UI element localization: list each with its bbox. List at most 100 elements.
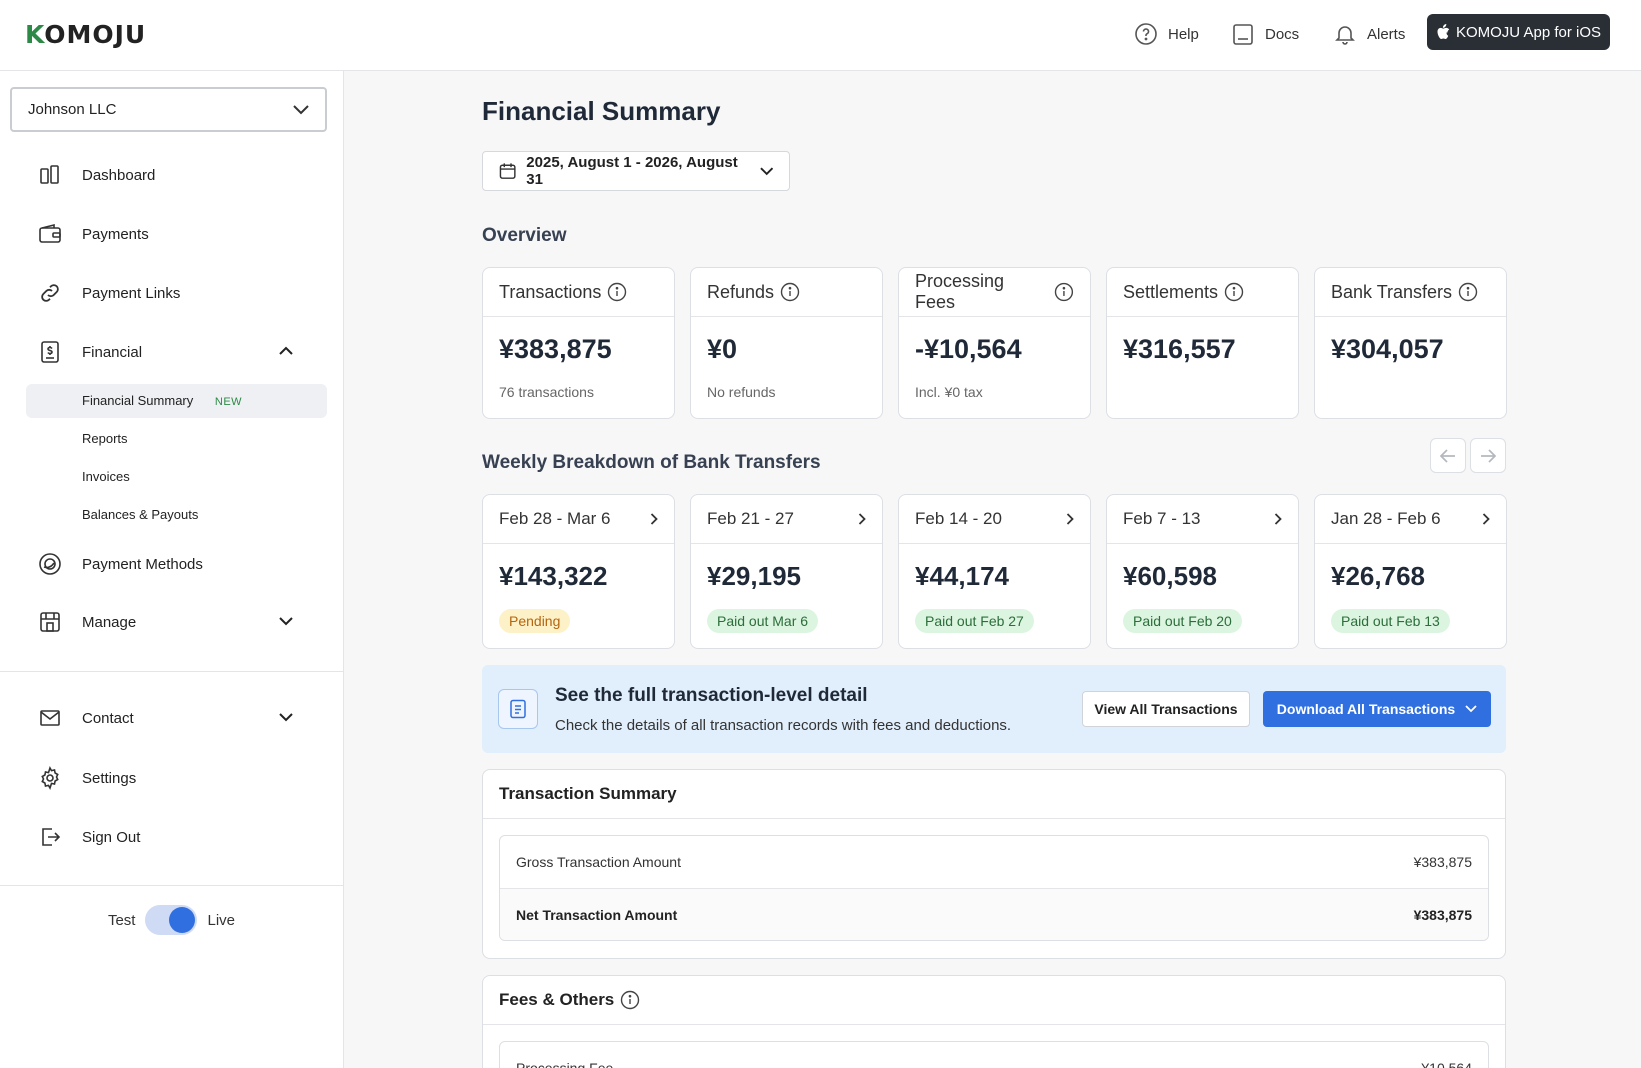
view-all-transactions-button[interactable]: View All Transactions [1082,691,1250,727]
weekly-breakdown-title: Weekly Breakdown of Bank Transfers [482,452,821,473]
panel-header: Transaction Summary [483,770,1505,819]
info-icon[interactable] [1054,282,1074,302]
info-icon[interactable] [1458,282,1478,302]
overview-card-settlements[interactable]: Settlements ¥316,557 [1106,267,1299,419]
sidebar-item-settings[interactable]: Settings [0,758,343,798]
docs-icon [1233,24,1253,45]
overview-card-bank-transfers[interactable]: Bank Transfers ¥304,057 [1314,267,1507,419]
sidebar-subitem-financial-summary[interactable]: Financial Summary NEW [82,393,242,408]
card-header: Jan 28 - Feb 6 [1315,495,1506,544]
document-icon [498,689,538,729]
week-range: Feb 28 - Mar 6 [499,509,611,528]
overview-card-processing-fees[interactable]: Processing Fees -¥10,564 Incl. ¥0 tax [898,267,1091,419]
chevron-right-icon [858,513,866,525]
sidebar-item-label: Manage [82,613,137,631]
overview-card-transactions[interactable]: Transactions ¥383,875 76 transactions [482,267,675,419]
weekly-card[interactable]: Jan 28 - Feb 6 ¥26,768 Paid out Feb 13 [1314,494,1507,649]
row-label: Net Transaction Amount [516,906,678,923]
panel-header: Fees & Others [483,976,1505,1025]
main-content: Financial Summary 2025, August 1 - 2026,… [345,71,1641,1068]
card-value: ¥0 [707,334,738,364]
sidebar-item-payments[interactable]: Payments [0,214,343,254]
sidebar-subitem-reports[interactable]: Reports [82,431,128,446]
table-row: Processing Fee -¥10,564 [500,1042,1488,1068]
page-title: Financial Summary [482,96,721,126]
sidebar-item-label: Settings [82,769,137,787]
wallet-icon [39,223,61,243]
card-label: Processing Fees [915,271,1005,312]
live-mode-switch[interactable] [145,905,198,935]
info-icon[interactable] [620,990,640,1010]
live-mode-label: Live [207,911,236,929]
card-value: -¥10,564 [915,334,1022,364]
alerts-label: Alerts [1367,25,1406,43]
fees-others-panel: Fees & Others Processing Fee -¥10,564 [482,975,1506,1068]
date-range-picker[interactable]: 2025, August 1 - 2026, August 31 [482,151,790,191]
ios-app-label: KOMOJU App for iOS [1455,23,1602,41]
sidebar-item-label: Payment Links [82,284,181,302]
chevron-down-icon [1465,705,1477,713]
sidebar-item-label: Contact [82,709,134,727]
card-label: Bank Transfers [1331,281,1453,302]
ios-app-button[interactable]: KOMOJU App for iOS [1427,14,1610,50]
chevron-right-icon [1482,513,1490,525]
week-amount: ¥44,174 [915,561,1009,591]
alerts-link[interactable]: Alerts [1333,20,1405,48]
docs-link[interactable]: Docs [1231,20,1299,48]
organization-select[interactable]: Johnson LLC [10,87,327,132]
sidebar-divider [0,885,343,886]
prev-week-button[interactable] [1430,438,1466,473]
week-amount: ¥60,598 [1123,561,1217,591]
weekly-card[interactable]: Feb 21 - 27 ¥29,195 Paid out Mar 6 [690,494,883,649]
card-subtext: Incl. ¥0 tax [915,384,983,400]
help-link[interactable]: Help [1134,20,1199,48]
card-header: Settlements [1107,268,1298,317]
sidebar-item-label: Dashboard [82,166,156,184]
overview-card-refunds[interactable]: Refunds ¥0 No refunds [690,267,883,419]
sidebar-item-sign-out[interactable]: Sign Out [0,817,343,857]
card-header: Refunds [691,268,882,317]
summary-table: Gross Transaction Amount ¥383,875 Net Tr… [499,835,1489,941]
sidebar-item-dashboard[interactable]: Dashboard [0,155,343,195]
sidebar-item-payment-methods[interactable]: Payment Methods [0,544,343,584]
next-week-button[interactable] [1470,438,1506,473]
info-icon[interactable] [607,282,627,302]
sidebar-item-contact[interactable]: Contact [0,698,343,738]
weekly-card[interactable]: Feb 7 - 13 ¥60,598 Paid out Feb 20 [1106,494,1299,649]
sidebar-item-payment-links[interactable]: Payment Links [0,273,343,313]
mail-icon [40,710,60,726]
card-value: ¥304,057 [1331,334,1444,364]
switch-knob [169,907,196,933]
sidebar-subitem-invoices[interactable]: Invoices [82,469,130,484]
weekly-card[interactable]: Feb 14 - 20 ¥44,174 Paid out Feb 27 [898,494,1091,649]
mode-toggle-row: Test Live [0,905,343,935]
download-button-label: Download All Transactions [1276,701,1456,717]
chevron-down-icon [759,166,773,175]
sidebar-item-manage[interactable]: Manage [0,602,343,642]
card-subtext: 76 transactions [499,384,594,400]
status-badge: Paid out Feb 27 [915,609,1034,633]
transaction-detail-banner: See the full transaction-level detail Ch… [482,665,1506,753]
sign-out-icon [42,828,61,846]
card-label: Refunds [707,281,775,302]
weekly-card[interactable]: Feb 28 - Mar 6 ¥143,322 Pending [482,494,675,649]
sidebar: Johnson LLC Dashboard Payments Payment L… [0,71,344,1068]
chevron-right-icon [1066,513,1074,525]
komoju-logo[interactable]: KOMOJU [25,20,146,49]
sidebar-item-financial[interactable]: Financial [0,332,343,372]
sidebar-divider [0,671,343,672]
card-header: Feb 7 - 13 [1107,495,1298,544]
document-dollar-icon [41,341,59,363]
table-row: Gross Transaction Amount ¥383,875 [500,836,1488,888]
card-label: Settlements [1123,281,1219,302]
sidebar-subitem-balances-payouts[interactable]: Balances & Payouts [82,507,198,522]
docs-label: Docs [1265,25,1300,43]
status-badge: Paid out Feb 20 [1123,609,1242,633]
new-badge: NEW [214,396,243,408]
info-icon[interactable] [1224,282,1244,302]
arrow-left-icon [1440,448,1455,463]
chevron-right-icon [1274,513,1282,525]
download-all-transactions-button[interactable]: Download All Transactions [1263,691,1491,727]
info-icon[interactable] [780,282,800,302]
card-header: Feb 21 - 27 [691,495,882,544]
